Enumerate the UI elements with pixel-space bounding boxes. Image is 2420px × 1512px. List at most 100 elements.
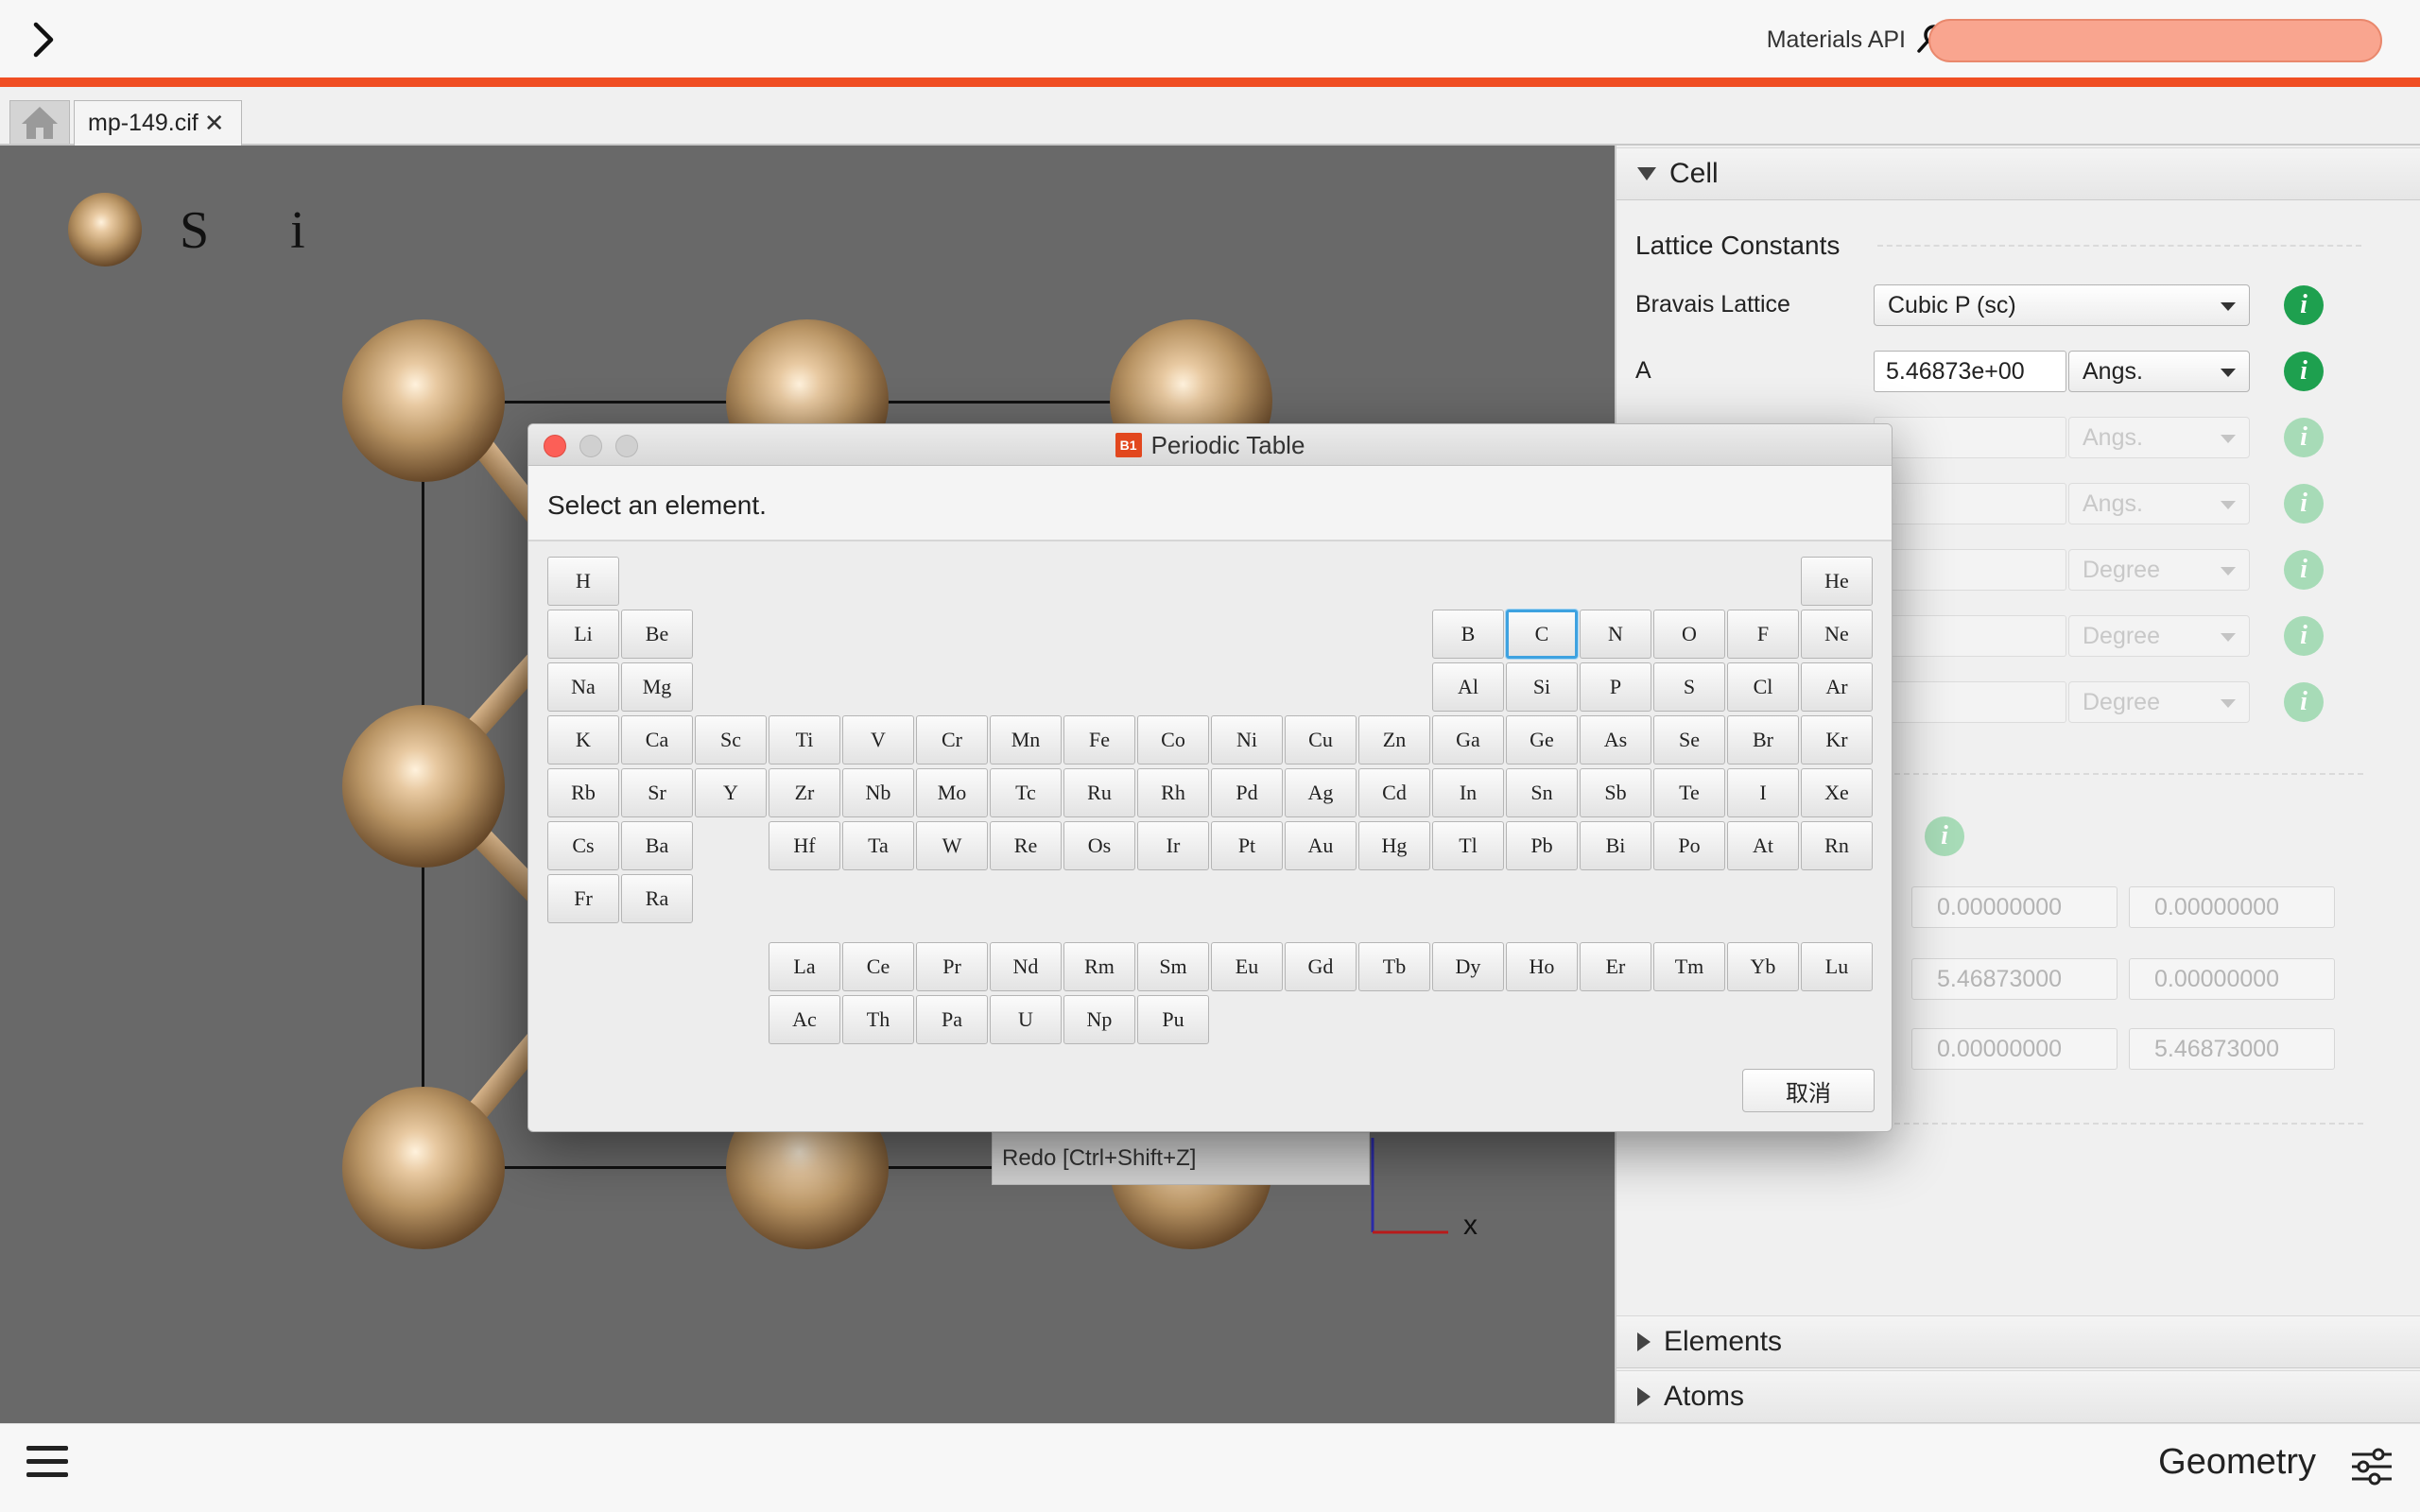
element-la[interactable]: La (769, 942, 840, 991)
element-zn[interactable]: Zn (1358, 715, 1430, 765)
element-tm[interactable]: Tm (1653, 942, 1725, 991)
element-s[interactable]: S (1653, 662, 1725, 712)
section-header-elements[interactable]: Elements (1616, 1315, 2420, 1368)
element-tc[interactable]: Tc (990, 768, 1062, 817)
element-sb[interactable]: Sb (1580, 768, 1651, 817)
tab-mp-149[interactable]: mp-149.cif ✕ (74, 100, 242, 146)
tab-close-icon[interactable]: ✕ (204, 109, 225, 138)
element-in[interactable]: In (1432, 768, 1504, 817)
element-as[interactable]: As (1580, 715, 1651, 765)
hamburger-menu-icon[interactable] (26, 1446, 68, 1484)
element-ba[interactable]: Ba (621, 821, 693, 870)
element-ge[interactable]: Ge (1506, 715, 1578, 765)
element-np[interactable]: Np (1063, 995, 1135, 1044)
element-v[interactable]: V (842, 715, 914, 765)
element-ta[interactable]: Ta (842, 821, 914, 870)
element-b[interactable]: B (1432, 610, 1504, 659)
element-al[interactable]: Al (1432, 662, 1504, 712)
api-key-field[interactable] (1928, 19, 2382, 62)
section-header-cell[interactable]: Cell (1616, 147, 2420, 200)
element-tb[interactable]: Tb (1358, 942, 1430, 991)
element-br[interactable]: Br (1727, 715, 1799, 765)
settings-sliders-icon[interactable] (2350, 1448, 2394, 1486)
element-ga[interactable]: Ga (1432, 715, 1504, 765)
element-zr[interactable]: Zr (769, 768, 840, 817)
element-bi[interactable]: Bi (1580, 821, 1651, 870)
element-pu[interactable]: Pu (1137, 995, 1209, 1044)
element-ag[interactable]: Ag (1285, 768, 1357, 817)
bravais-lattice-select[interactable]: Cubic P (sc) (1874, 284, 2250, 326)
element-lu[interactable]: Lu (1801, 942, 1873, 991)
element-pd[interactable]: Pd (1211, 768, 1283, 817)
element-at[interactable]: At (1727, 821, 1799, 870)
element-k[interactable]: K (547, 715, 619, 765)
lattice-a-input[interactable]: 5.46873e+00 (1874, 351, 2066, 392)
element-li[interactable]: Li (547, 610, 619, 659)
element-n[interactable]: N (1580, 610, 1651, 659)
element-tl[interactable]: Tl (1432, 821, 1504, 870)
lattice-a-unit-select[interactable]: Angs. (2068, 351, 2250, 392)
element-ir[interactable]: Ir (1137, 821, 1209, 870)
element-gd[interactable]: Gd (1285, 942, 1357, 991)
element-hf[interactable]: Hf (769, 821, 840, 870)
atom[interactable] (342, 319, 505, 482)
element-he[interactable]: He (1801, 557, 1873, 606)
element-sn[interactable]: Sn (1506, 768, 1578, 817)
element-cs[interactable]: Cs (547, 821, 619, 870)
element-cu[interactable]: Cu (1285, 715, 1357, 765)
element-cd[interactable]: Cd (1358, 768, 1430, 817)
element-dy[interactable]: Dy (1432, 942, 1504, 991)
element-ti[interactable]: Ti (769, 715, 840, 765)
element-mg[interactable]: Mg (621, 662, 693, 712)
element-hg[interactable]: Hg (1358, 821, 1430, 870)
element-th[interactable]: Th (842, 995, 914, 1044)
atom[interactable] (342, 1087, 505, 1249)
element-ar[interactable]: Ar (1801, 662, 1873, 712)
element-pt[interactable]: Pt (1211, 821, 1283, 870)
cancel-button[interactable]: 取消 (1742, 1069, 1875, 1112)
element-pa[interactable]: Pa (916, 995, 988, 1044)
element-ra[interactable]: Ra (621, 874, 693, 923)
element-ce[interactable]: Ce (842, 942, 914, 991)
element-nb[interactable]: Nb (842, 768, 914, 817)
expand-chevron-icon[interactable] (26, 19, 64, 60)
element-os[interactable]: Os (1063, 821, 1135, 870)
element-h[interactable]: H (547, 557, 619, 606)
element-rh[interactable]: Rh (1137, 768, 1209, 817)
element-se[interactable]: Se (1653, 715, 1725, 765)
element-ho[interactable]: Ho (1506, 942, 1578, 991)
element-nd[interactable]: Nd (990, 942, 1062, 991)
element-y[interactable]: Y (695, 768, 767, 817)
tab-home[interactable] (9, 100, 70, 144)
info-icon[interactable]: i (2284, 352, 2324, 391)
element-te[interactable]: Te (1653, 768, 1725, 817)
element-w[interactable]: W (916, 821, 988, 870)
info-icon[interactable]: i (2284, 285, 2324, 325)
element-mo[interactable]: Mo (916, 768, 988, 817)
element-f[interactable]: F (1727, 610, 1799, 659)
element-na[interactable]: Na (547, 662, 619, 712)
element-re[interactable]: Re (990, 821, 1062, 870)
element-yb[interactable]: Yb (1727, 942, 1799, 991)
context-menu-redo[interactable]: Redo [Ctrl+Shift+Z] (992, 1132, 1370, 1185)
section-header-atoms[interactable]: Atoms (1616, 1370, 2420, 1423)
element-be[interactable]: Be (621, 610, 693, 659)
element-sr[interactable]: Sr (621, 768, 693, 817)
element-ca[interactable]: Ca (621, 715, 693, 765)
element-ac[interactable]: Ac (769, 995, 840, 1044)
element-c[interactable]: C (1506, 610, 1578, 659)
element-rm[interactable]: Rm (1063, 942, 1135, 991)
element-p[interactable]: P (1580, 662, 1651, 712)
element-fe[interactable]: Fe (1063, 715, 1135, 765)
element-kr[interactable]: Kr (1801, 715, 1873, 765)
element-u[interactable]: U (990, 995, 1062, 1044)
element-eu[interactable]: Eu (1211, 942, 1283, 991)
element-ni[interactable]: Ni (1211, 715, 1283, 765)
element-er[interactable]: Er (1580, 942, 1651, 991)
element-o[interactable]: O (1653, 610, 1725, 659)
element-co[interactable]: Co (1137, 715, 1209, 765)
element-xe[interactable]: Xe (1801, 768, 1873, 817)
element-rn[interactable]: Rn (1801, 821, 1873, 870)
element-ru[interactable]: Ru (1063, 768, 1135, 817)
atom[interactable] (342, 705, 505, 868)
